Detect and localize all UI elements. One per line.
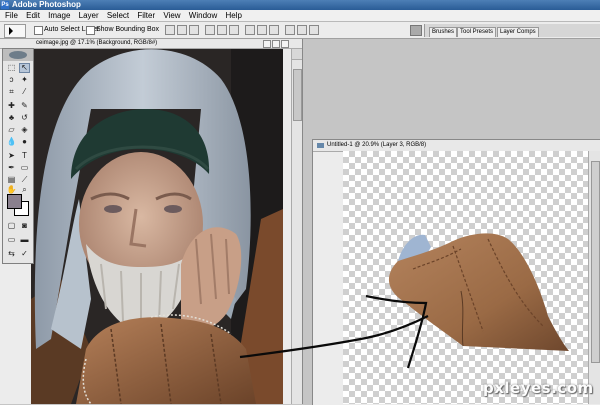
minimize-icon[interactable]	[263, 40, 271, 48]
eyedropper-tool-icon[interactable]: ⟋	[19, 175, 30, 185]
pen-tool-icon[interactable]: ✒	[6, 163, 17, 173]
auto-select-checkbox[interactable]	[34, 26, 43, 35]
menu-image[interactable]: Image	[45, 10, 73, 21]
distribute-top-icon[interactable]	[245, 25, 255, 35]
tab-brushes[interactable]: Brushes	[429, 27, 458, 37]
menu-edit[interactable]: Edit	[23, 10, 43, 21]
document-1-title: ceimage.jpg @ 17.1% (Background, RGB/8#)	[36, 40, 158, 46]
blur-tool-icon[interactable]: 💧	[6, 137, 17, 147]
photoshop-logo-icon: Ps	[1, 1, 9, 9]
slice-tool-icon[interactable]: ⁄	[19, 87, 30, 97]
document-icon	[317, 143, 324, 148]
bounding-box-checkbox[interactable]	[86, 26, 95, 35]
align-bottom-icon[interactable]	[189, 25, 199, 35]
document-1-vertical-scrollbar[interactable]	[291, 49, 302, 404]
jacket-cutout-layer	[388, 233, 569, 351]
align-right-icon[interactable]	[229, 25, 239, 35]
close-icon[interactable]	[281, 40, 289, 48]
brush-tool-icon[interactable]: ✎	[19, 101, 30, 111]
menu-select[interactable]: Select	[104, 10, 132, 21]
healing-brush-icon[interactable]: ✚	[6, 101, 17, 111]
maximize-icon[interactable]	[272, 40, 280, 48]
toolbox-header[interactable]	[3, 49, 33, 61]
menu-window[interactable]: Window	[186, 10, 220, 21]
pxleyes-watermark: pxleyes.com	[483, 379, 594, 397]
clone-stamp-icon[interactable]: ♣	[6, 113, 17, 123]
bounding-box-label: Show Bounding Box	[96, 26, 160, 33]
screen-mode-standard-icon[interactable]: ▭	[6, 235, 17, 245]
document-2-vertical-scrollbar[interactable]	[588, 151, 600, 404]
dodge-tool-icon[interactable]: ●	[19, 137, 30, 147]
path-selection-icon[interactable]: ➤	[6, 151, 17, 161]
menu-filter[interactable]: Filter	[134, 10, 158, 21]
tab-layer-comps[interactable]: Layer Comps	[497, 27, 539, 37]
distribute-vcenter-icon[interactable]	[257, 25, 267, 35]
color-swatches[interactable]	[7, 194, 29, 216]
scrollbar-thumb[interactable]	[591, 161, 600, 363]
menu-file[interactable]: File	[0, 10, 21, 21]
move-tool-icon[interactable]: ↖	[19, 63, 30, 73]
notes-tool-icon[interactable]: ▤	[6, 175, 17, 185]
quick-mask-icon[interactable]: ◙	[19, 221, 30, 231]
app-title-bar: Ps Adobe Photoshop	[0, 0, 600, 10]
paint-bucket-icon[interactable]: ◈	[19, 125, 30, 135]
scrollbar-thumb[interactable]	[293, 69, 302, 121]
tab-tool-presets[interactable]: Tool Presets	[457, 27, 497, 37]
align-top-icon[interactable]	[165, 25, 175, 35]
palette-well: Brushes Tool Presets Layer Comps	[424, 24, 600, 37]
magic-wand-tool-icon[interactable]: ✦	[19, 75, 30, 85]
menu-view[interactable]: View	[160, 10, 183, 21]
menu-bar: File Edit Image Layer Select Filter View…	[0, 10, 600, 22]
menu-help[interactable]: Help	[222, 10, 244, 21]
crop-tool-icon[interactable]: ⌗	[6, 87, 17, 97]
scroll-up-icon[interactable]	[292, 49, 302, 60]
old-man-photo-illustration	[31, 49, 283, 404]
imageready-jump-icon[interactable]: ⇆	[6, 249, 17, 259]
document-1-title-bar[interactable]: ceimage.jpg @ 17.1% (Background, RGB/8#)	[0, 39, 302, 49]
eraser-tool-icon[interactable]: ▱	[6, 125, 17, 135]
align-hcenter-icon[interactable]	[217, 25, 227, 35]
distribute-left-icon[interactable]	[285, 25, 295, 35]
distribute-hcenter-icon[interactable]	[297, 25, 307, 35]
lasso-tool-icon[interactable]: ↄ	[6, 75, 17, 85]
menu-layer[interactable]: Layer	[76, 10, 102, 21]
transparent-canvas[interactable]	[343, 151, 588, 404]
imageready-check-icon[interactable]: ✓	[19, 249, 30, 259]
align-vcenter-icon[interactable]	[177, 25, 187, 35]
distribute-bottom-icon[interactable]	[269, 25, 279, 35]
old-man-photo	[31, 49, 283, 404]
foreground-color-swatch[interactable]	[7, 194, 22, 209]
tool-preset-picker[interactable]	[4, 24, 26, 38]
history-brush-icon[interactable]: ↺	[19, 113, 30, 123]
type-tool-icon[interactable]: T	[19, 151, 30, 161]
marquee-tool-icon[interactable]: ⬚	[6, 63, 17, 73]
document-2-title: Untitled-1 @ 20.9% (Layer 3, RGB/8)	[327, 142, 427, 148]
palette-well-toggle-icon[interactable]	[410, 25, 422, 36]
app-title: Adobe Photoshop	[12, 0, 81, 9]
distribute-right-icon[interactable]	[309, 25, 319, 35]
toolbox-panel: ⬚ ↖ ↄ ✦ ⌗ ⁄ ✚ ✎ ♣ ↺ ▱ ◈ 💧 ● ➤ T ✒ ▭ ▤ ⟋ …	[2, 48, 34, 264]
shape-tool-icon[interactable]: ▭	[19, 163, 30, 173]
standard-mode-icon[interactable]: ▢	[6, 221, 17, 231]
photoshop-feather-icon	[9, 51, 27, 59]
screen-mode-full-icon[interactable]: ▬	[19, 235, 30, 245]
align-left-icon[interactable]	[205, 25, 215, 35]
